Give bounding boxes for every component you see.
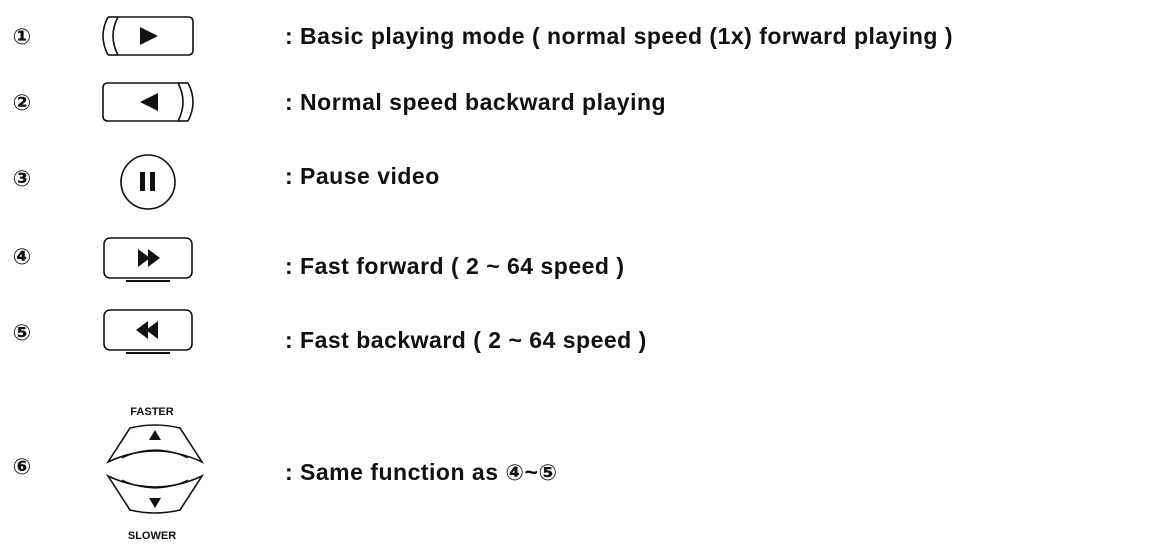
range-tilde: ~	[524, 459, 539, 485]
play-description: : Basic playing mode ( normal speed (1x)…	[285, 23, 954, 49]
reverse-play-description: : Normal speed backward playing	[285, 89, 667, 115]
speed-shuttle[interactable]	[100, 418, 210, 528]
fast-backward-description: : Fast backward ( 2 ~ 64 speed )	[285, 327, 647, 353]
slower-label: SLOWER	[127, 530, 177, 542]
reverse-play-icon	[102, 82, 194, 122]
play-icon	[102, 16, 194, 56]
pause-description: : Pause video	[285, 163, 440, 189]
fast-backward-icon	[103, 309, 193, 354]
play-button[interactable]	[100, 14, 196, 58]
pause-button[interactable]	[116, 152, 180, 212]
ref-step-5: ⑤	[538, 461, 558, 486]
step-number-1: ①	[12, 25, 32, 50]
fast-backward-button[interactable]	[100, 308, 196, 356]
down-arrow-icon	[149, 498, 161, 508]
shuttle-description: : Same function as ④~⑤	[285, 458, 558, 488]
step-number-6: ⑥	[12, 455, 32, 480]
step-number-4: ④	[12, 245, 32, 270]
step-number-5: ⑤	[12, 321, 32, 346]
faster-label: FASTER	[130, 406, 174, 418]
fast-forward-description: : Fast forward ( 2 ~ 64 speed )	[285, 253, 625, 279]
speed-shuttle-icon	[105, 424, 205, 514]
fast-forward-button[interactable]	[100, 236, 196, 284]
step-number-2: ②	[12, 91, 32, 116]
reverse-play-button[interactable]	[100, 80, 196, 124]
fast-forward-icon	[103, 237, 193, 282]
shuttle-description-prefix: : Same function as	[285, 459, 506, 485]
pause-icon	[120, 154, 176, 210]
step-number-3: ③	[12, 167, 32, 192]
ref-step-4: ④	[505, 461, 525, 486]
up-arrow-icon	[149, 430, 161, 440]
